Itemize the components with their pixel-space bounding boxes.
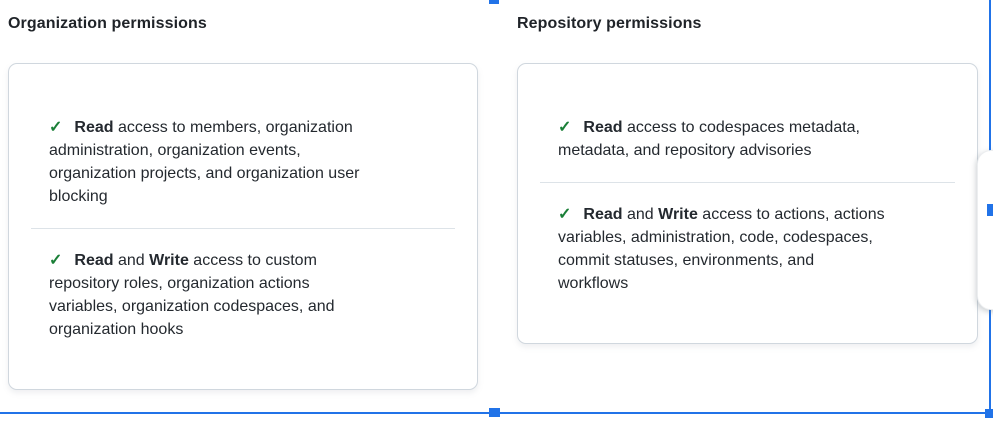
organization-permissions-section: Organization permissions ✓ Read access to…: [8, 13, 478, 390]
permission-line: organization hooks: [49, 318, 437, 341]
text-segment: Read: [74, 252, 113, 269]
permission-line: variables, administration, code, codespa…: [558, 226, 937, 249]
permission-line: ✓ Read and Write access to actions, actio…: [558, 203, 937, 226]
permission-item: ✓ Read and Write access to actions, actio…: [518, 183, 977, 315]
text-segment: and: [114, 252, 150, 269]
permission-item: ✓ Read access to codespaces metadata, met…: [518, 96, 977, 182]
text-segment: organization hooks: [49, 321, 183, 338]
text-segment: organization projects, and organization …: [49, 165, 359, 182]
permission-line: blocking: [49, 185, 437, 208]
permission-line: ✓ Read access to codespaces metadata,: [558, 116, 937, 139]
repository-permissions-card: ✓ Read access to codespaces metadata, met…: [517, 63, 978, 344]
text-segment: access to codespaces metadata,: [623, 119, 860, 136]
text-segment: blocking: [49, 188, 108, 205]
check-icon: ✓: [49, 116, 62, 139]
text-segment: workflows: [558, 275, 628, 292]
text-segment: metadata, and repository advisories: [558, 142, 811, 159]
selection-handle-bottom-center[interactable]: [489, 408, 500, 417]
text-segment: variables, organization codespaces, and: [49, 298, 335, 315]
text-segment: and: [623, 206, 659, 223]
clipped-side-panel: [977, 150, 993, 310]
text-segment: Read: [583, 119, 622, 136]
selection-handle-bottom-right[interactable]: [985, 409, 993, 418]
permission-line: organization projects, and organization …: [49, 162, 437, 185]
selection-handle-right-middle[interactable]: [987, 204, 993, 216]
text-segment: access to actions, actions: [698, 206, 885, 223]
permission-line: metadata, and repository advisories: [558, 139, 937, 162]
permission-line: ✓ Read access to members, organization: [49, 116, 437, 139]
permission-line: repository roles, organization actions: [49, 272, 437, 295]
text-segment: access to members, organization: [114, 119, 353, 136]
organization-permissions-card: ✓ Read access to members, organization ad…: [8, 63, 478, 390]
permission-line: workflows: [558, 272, 937, 295]
check-icon: ✓: [558, 116, 571, 139]
text-segment: repository roles, organization actions: [49, 275, 310, 292]
text-segment: administration, organization events,: [49, 142, 301, 159]
selection-handle-top-center[interactable]: [489, 0, 499, 4]
permission-line: commit statuses, environments, and: [558, 249, 937, 272]
text-segment: Read: [74, 119, 113, 136]
permission-line: administration, organization events,: [49, 139, 437, 162]
page-root: Organization permissions ✓ Read access to…: [0, 0, 993, 421]
text-segment: Write: [658, 206, 698, 223]
check-icon: ✓: [49, 249, 62, 272]
check-icon: ✓: [558, 203, 571, 226]
permission-item: ✓ Read and Write access to custom reposit…: [9, 229, 477, 361]
text-segment: Write: [149, 252, 189, 269]
permission-line: ✓ Read and Write access to custom: [49, 249, 437, 272]
repository-permissions-section: Repository permissions ✓ Read access to c…: [517, 13, 978, 344]
organization-permissions-heading: Organization permissions: [8, 13, 478, 35]
text-segment: commit statuses, environments, and: [558, 252, 814, 269]
text-segment: access to custom: [189, 252, 317, 269]
text-segment: Read: [583, 206, 622, 223]
permission-item: ✓ Read access to members, organization ad…: [9, 96, 477, 228]
permission-line: variables, organization codespaces, and: [49, 295, 437, 318]
text-segment: variables, administration, code, codespa…: [558, 229, 873, 246]
repository-permissions-heading: Repository permissions: [517, 13, 978, 35]
